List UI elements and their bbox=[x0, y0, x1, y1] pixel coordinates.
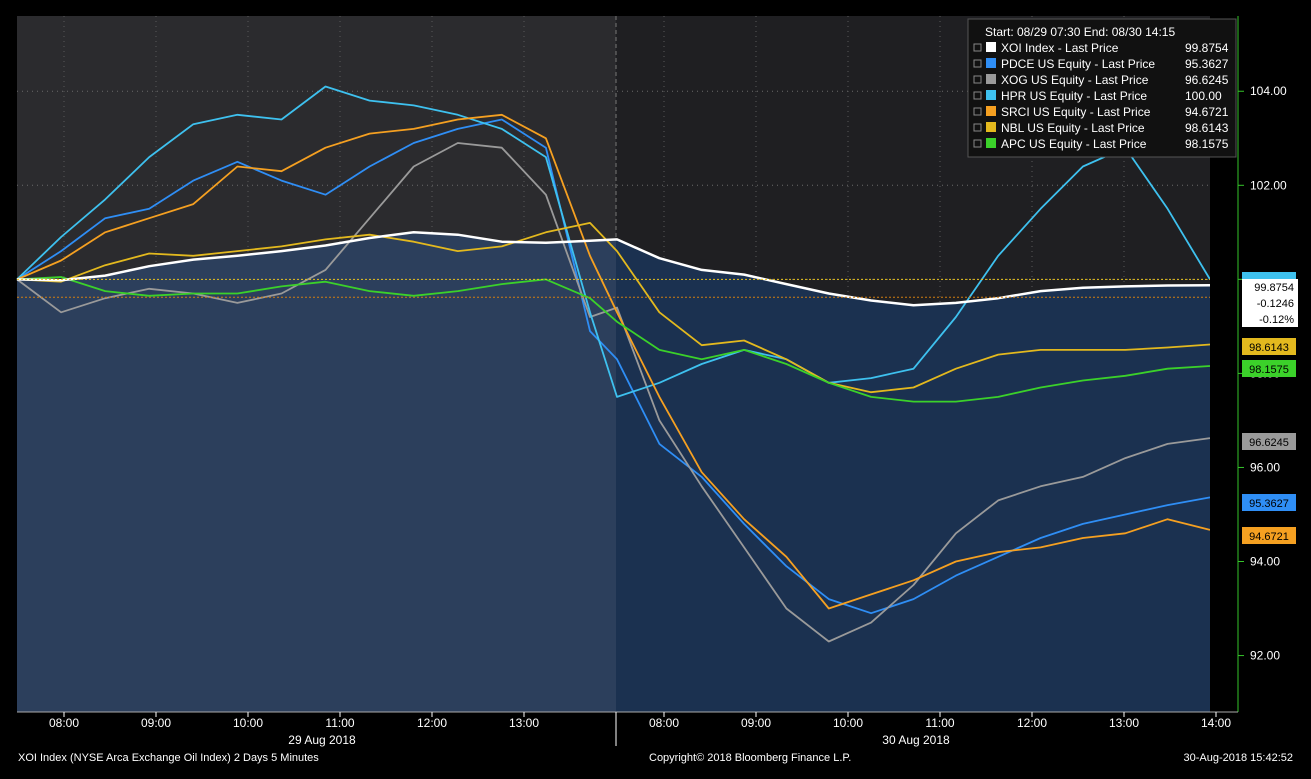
price-tag-text-4: 94.6721 bbox=[1249, 531, 1289, 543]
x-tick-label-d1-2: 10:00 bbox=[233, 716, 263, 730]
x-tick-label-d1-4: 12:00 bbox=[417, 716, 447, 730]
legend-swatch-0 bbox=[986, 42, 996, 52]
footer-description: XOI Index (NYSE Arca Exchange Oil Index)… bbox=[18, 752, 319, 764]
legend-value-0: 99.8754 bbox=[1185, 41, 1229, 55]
y-tick-label-5: 102.00 bbox=[1250, 178, 1287, 192]
price-tag-text-2: 96.6245 bbox=[1249, 437, 1289, 449]
legend-name-2: XOG US Equity - Last Price bbox=[1001, 73, 1149, 87]
y-tick-label-1: 94.00 bbox=[1250, 555, 1280, 569]
legend-name-3: HPR US Equity - Last Price bbox=[1001, 89, 1147, 103]
price-tag-text-6: 98.1575 bbox=[1249, 364, 1289, 376]
legend-swatch-4 bbox=[986, 106, 996, 116]
price-tag-text-1: 95.3627 bbox=[1249, 498, 1289, 510]
last-price-tags: 95.3627 96.6245 94.6721 98.6143 98.1575 99.87… bbox=[1242, 272, 1298, 544]
chart-canvas: 92.0094.0096.0098.00100.00102.00104.00 0… bbox=[16, 16, 1298, 764]
x-tick-label-d2-4: 12:00 bbox=[1017, 716, 1047, 730]
x-tick-label-d2-1: 09:00 bbox=[741, 716, 771, 730]
x-tick-label-d2-0: 08:00 bbox=[649, 716, 679, 730]
index-change-text-2: -0.12% bbox=[1259, 314, 1294, 326]
footer: XOI Index (NYSE Arca Exchange Oil Index)… bbox=[18, 752, 1293, 764]
index-change-text-1: -0.1246 bbox=[1257, 298, 1294, 310]
area-fill-day1 bbox=[17, 232, 616, 713]
legend-value-2: 96.6245 bbox=[1185, 73, 1229, 87]
legend-value-5: 98.6143 bbox=[1185, 121, 1229, 135]
legend-value-4: 94.6721 bbox=[1185, 105, 1229, 119]
x-tick-label-d1-5: 13:00 bbox=[509, 716, 539, 730]
price-tag-text-5: 98.6143 bbox=[1249, 342, 1289, 354]
legend-value-1: 95.3627 bbox=[1185, 57, 1229, 71]
x-tick-label-d2-5: 13:00 bbox=[1109, 716, 1139, 730]
legend-name-1: PDCE US Equity - Last Price bbox=[1001, 57, 1155, 71]
legend-name-0: XOI Index - Last Price bbox=[1001, 41, 1119, 55]
legend-header: Start: 08/29 07:30 End: 08/30 14:15 bbox=[985, 25, 1175, 39]
legend-swatch-3 bbox=[986, 90, 996, 100]
legend-swatch-6 bbox=[986, 138, 996, 148]
legend-value-6: 98.1575 bbox=[1185, 137, 1229, 151]
x-tick-label-d2-6: 14:00 bbox=[1201, 716, 1231, 730]
y-tick-label-2: 96.00 bbox=[1250, 460, 1280, 474]
x-tick-label-d1-1: 09:00 bbox=[141, 716, 171, 730]
day-label-2: 30 Aug 2018 bbox=[882, 733, 950, 747]
footer-copyright: Copyright© 2018 Bloomberg Finance L.P. bbox=[649, 752, 851, 764]
y-tick-label-0: 92.00 bbox=[1250, 649, 1280, 663]
legend-swatch-5 bbox=[986, 122, 996, 132]
legend-name-4: SRCI US Equity - Last Price bbox=[1001, 105, 1151, 119]
legend-swatch-2 bbox=[986, 74, 996, 84]
index-change-text-0: 99.8754 bbox=[1254, 282, 1294, 294]
legend-value-3: 100.00 bbox=[1185, 89, 1222, 103]
footer-timestamp: 30-Aug-2018 15:42:52 bbox=[1184, 752, 1293, 764]
legend-name-6: APC US Equity - Last Price bbox=[1001, 137, 1147, 151]
x-tick-label-d1-3: 11:00 bbox=[325, 716, 354, 730]
legend-name-5: NBL US Equity - Last Price bbox=[1001, 121, 1145, 135]
legend: Start: 08/29 07:30 End: 08/30 14:15 XOI I… bbox=[967, 18, 1237, 158]
x-tick-label-d1-0: 08:00 bbox=[49, 716, 79, 730]
x-tick-label-d2-2: 10:00 bbox=[833, 716, 863, 730]
x-axis: 08:00 09:00 10:00 11:00 12:00 13:00 08:00 09:00… bbox=[17, 711, 1238, 747]
legend-swatch-1 bbox=[986, 58, 996, 68]
y-tick-label-6: 104.00 bbox=[1250, 84, 1287, 98]
x-tick-label-d2-3: 11:00 bbox=[925, 716, 954, 730]
day-label-1: 29 Aug 2018 bbox=[288, 733, 356, 747]
